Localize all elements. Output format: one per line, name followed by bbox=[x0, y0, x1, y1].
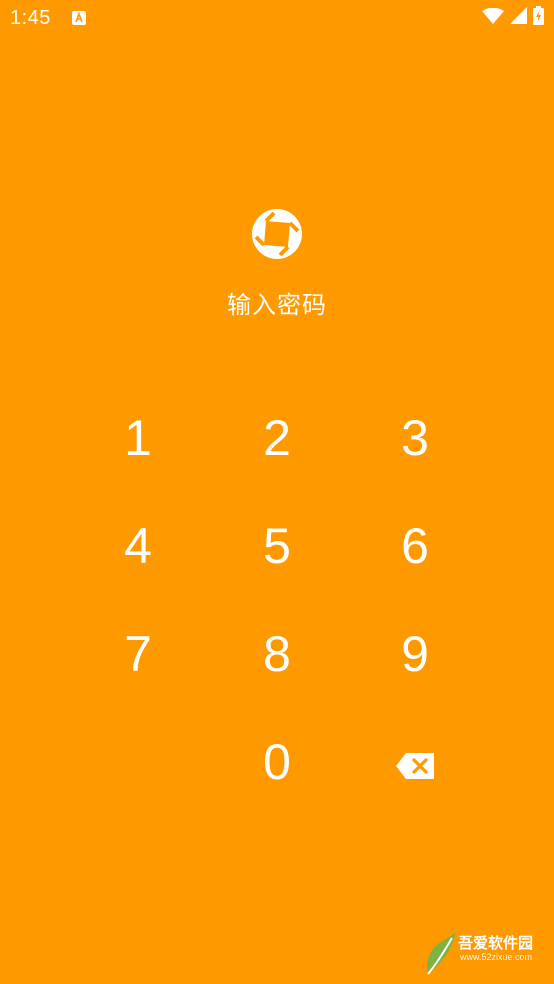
key-9[interactable]: 9 bbox=[355, 609, 475, 699]
key-4[interactable]: 4 bbox=[78, 501, 198, 591]
watermark: 吾爱软件园 www.52zixue.com bbox=[422, 928, 548, 978]
key-5[interactable]: 5 bbox=[217, 501, 337, 591]
key-2[interactable]: 2 bbox=[217, 393, 337, 483]
watermark-logo-icon bbox=[427, 932, 456, 975]
key-3[interactable]: 3 bbox=[355, 393, 475, 483]
key-6[interactable]: 6 bbox=[355, 501, 475, 591]
watermark-site-name: 吾爱软件园 bbox=[458, 934, 534, 952]
watermark-url: www.52zixue.com bbox=[460, 952, 533, 962]
key-7[interactable]: 7 bbox=[78, 609, 198, 699]
backspace-button[interactable] bbox=[355, 717, 475, 807]
key-0[interactable]: 0 bbox=[217, 717, 337, 807]
key-1[interactable]: 1 bbox=[78, 393, 198, 483]
key-8[interactable]: 8 bbox=[217, 609, 337, 699]
backspace-icon bbox=[396, 733, 434, 791]
pin-keypad: 1 2 3 4 5 6 7 8 9 0 bbox=[0, 0, 554, 984]
